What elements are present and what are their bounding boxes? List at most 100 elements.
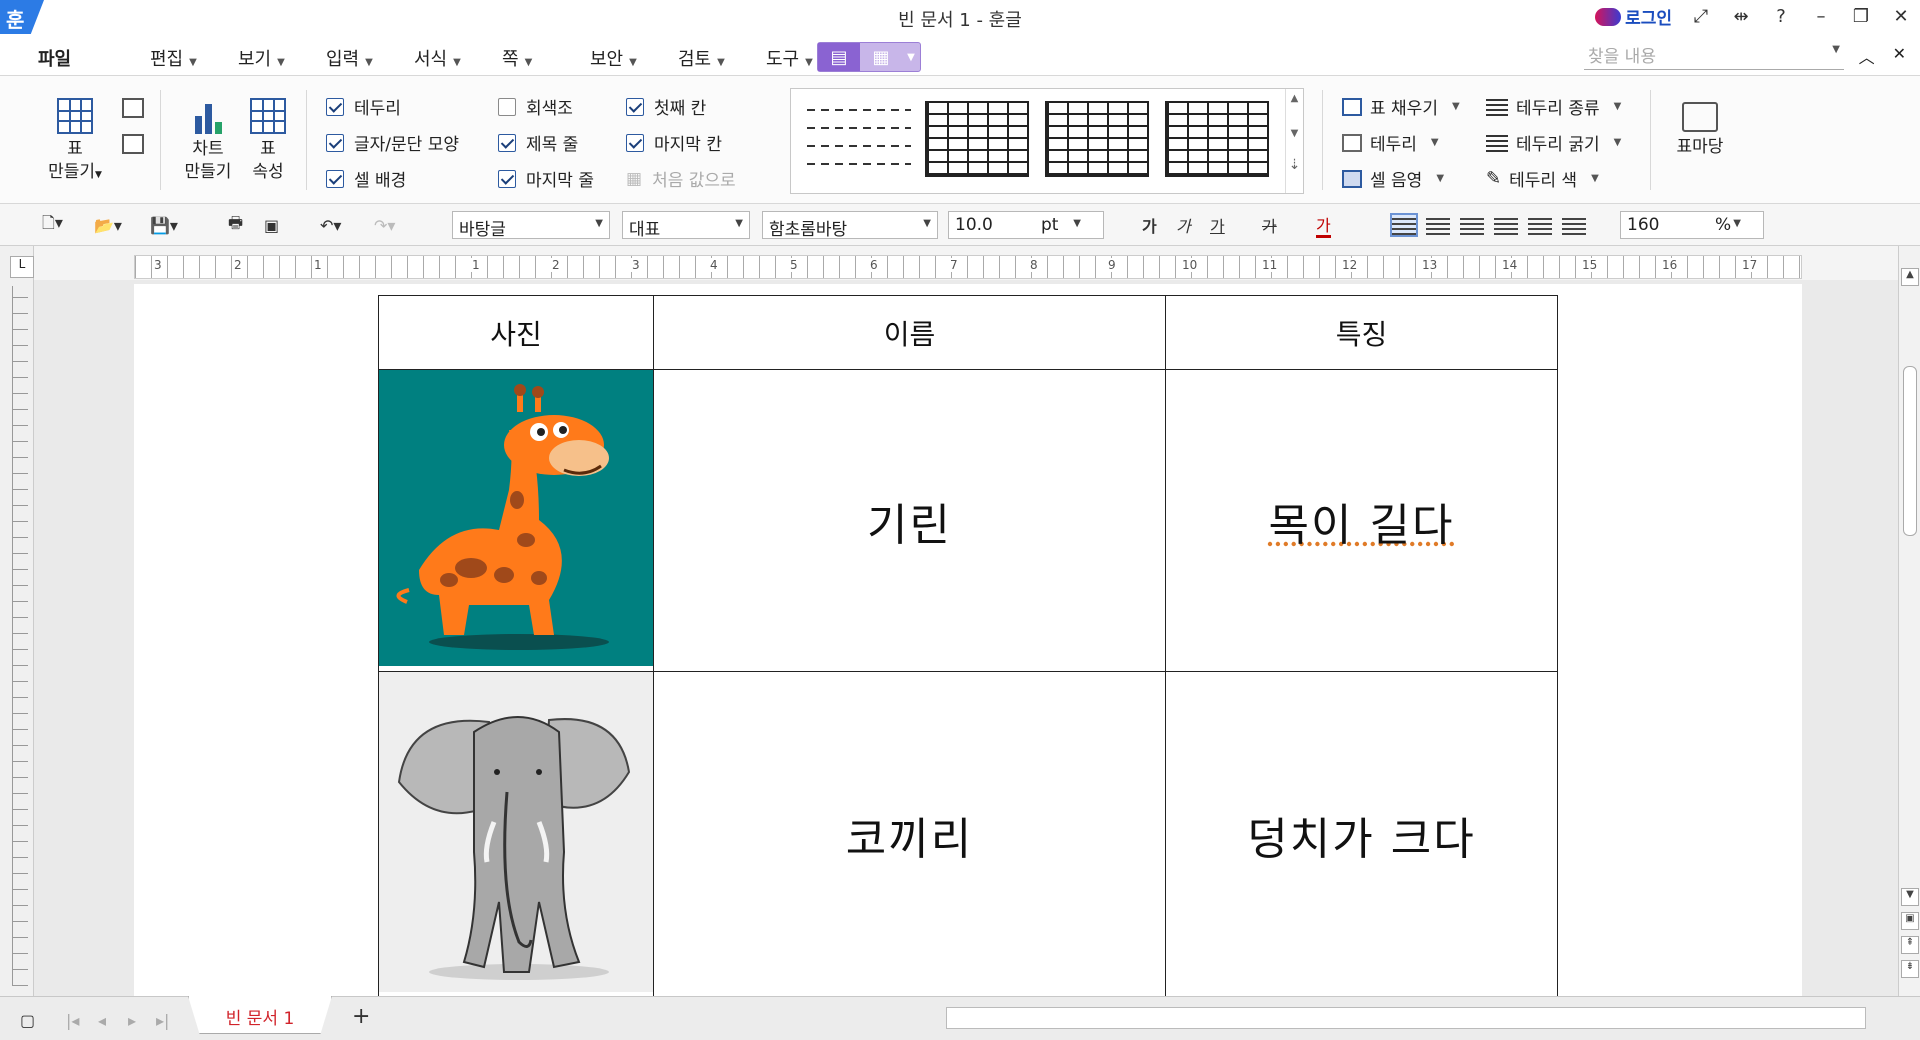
border-color-button[interactable]: ✎ 테두리 색 ▼ [1486,166,1599,191]
login-button[interactable]: 로그인 [1595,4,1672,29]
checkbox-checked[interactable] [326,97,344,116]
table-properties-button[interactable]: 표 속성 [246,98,290,184]
elephant-image[interactable] [379,672,653,992]
table-context-tab[interactable]: ▤ ▦ ▼ [817,42,921,72]
fullscreen-icon[interactable]: ⤢ [1690,6,1712,27]
checkbox-cell-bg[interactable]: 셀 배경 [326,166,406,191]
checkbox-char-para[interactable]: 글자/문단 모양 [326,130,459,155]
border-button[interactable]: 테두리 ▼ [1342,130,1439,155]
style-select[interactable]: 바탕글 ▼ [452,211,610,240]
checkbox-title-row[interactable]: 제목 줄 [498,130,578,155]
width-toggle-icon[interactable]: ⇹ [1730,6,1752,27]
checkbox-checked[interactable] [326,169,344,188]
table-fill-button[interactable]: 표 채우기 ▼ [1342,94,1460,119]
checkbox-checked[interactable] [498,169,516,188]
chevron-down-icon[interactable]: ▼ [1286,128,1303,139]
horizontal-scrollbar[interactable] [946,1007,1866,1029]
header-feature[interactable]: 특징 [1165,295,1558,370]
expand-gallery-icon[interactable]: ⇣ [1286,157,1303,173]
scroll-down-icon[interactable]: ▼ [1901,888,1919,906]
header-name[interactable]: 이름 [653,295,1166,370]
feature-cell[interactable]: 목이 길다 [1165,369,1558,672]
zoom-input[interactable]: 160% ▼ [1620,211,1764,239]
align-distribute-button[interactable] [1528,212,1552,238]
eraser-icon[interactable] [122,134,144,154]
tab-stop-selector[interactable]: L [10,256,34,278]
menu-format[interactable]: 서식 ▼ [414,45,502,71]
name-cell[interactable]: 코끼리 [653,671,1166,998]
chevron-up-icon[interactable]: ▲ [1286,93,1303,104]
align-split-button[interactable] [1562,212,1586,238]
script-select[interactable]: 대표 ▼ [622,211,750,240]
vertical-scrollbar[interactable]: ▲ ▼ ▣ ⇞ ⇟ [1898,246,1920,996]
align-center-button[interactable] [1460,212,1484,238]
open-folder-icon[interactable]: 📂▾ [94,212,122,238]
menu-edit[interactable]: 편집 ▼ [150,45,238,71]
checkbox-checked[interactable] [498,133,516,152]
align-right-button[interactable] [1494,212,1518,238]
save-icon[interactable]: 💾▾ [150,212,178,238]
ribbon-collapse-icon[interactable]: ︿ [1859,44,1875,68]
page-select-icon[interactable]: ▣ [1901,912,1919,930]
prev-tab-icon[interactable]: ◂ [98,1007,106,1033]
checkbox-last-row[interactable]: 마지막 줄 [498,166,594,191]
table-style-grid-2[interactable] [1045,101,1149,177]
close-button[interactable]: ✕ [1890,6,1912,27]
align-justify-button[interactable] [1390,212,1418,238]
table-style-grid-1[interactable] [925,101,1029,177]
bold-button[interactable]: 가 [1142,212,1157,238]
align-left-button[interactable] [1426,212,1450,238]
checkbox-checked[interactable] [626,97,644,116]
menu-page[interactable]: 쪽 ▼ [502,45,590,71]
chart-make-button[interactable]: 차트 만들기 [178,98,238,184]
print-icon[interactable]: 🖶 [228,212,243,238]
redo-icon[interactable]: ↷▾ [374,212,395,238]
checkbox-unchecked[interactable] [498,97,516,116]
border-weight-button[interactable]: 테두리 굵기 ▼ [1486,130,1621,155]
header-photo[interactable]: 사진 [378,295,654,370]
table-style-grid-3[interactable] [1165,101,1269,177]
search-input[interactable]: 찾을 내용 ▼ [1584,42,1844,70]
menu-file[interactable]: 파일 [38,45,71,71]
next-tab-icon[interactable]: ▸ [128,1007,136,1033]
scroll-up-icon[interactable]: ▲ [1901,268,1919,286]
menu-insert[interactable]: 입력 ▼ [326,45,414,71]
checkbox-checked[interactable] [326,133,344,152]
close-icon[interactable]: ✕ [1893,44,1906,68]
table-style-none[interactable] [807,101,911,177]
table-make-button[interactable]: 표 만들기▼ [48,98,102,187]
photo-cell[interactable] [378,671,654,998]
feature-cell[interactable]: 덩치가 크다 [1165,671,1558,998]
gallery-scroll[interactable]: ▲ ▼ ⇣ [1285,89,1303,193]
strikethrough-button[interactable]: 가 [1262,212,1277,238]
reset-defaults-button[interactable]: ▦ 처음 값으로 [626,166,736,192]
name-cell[interactable]: 기린 [653,369,1166,672]
chevron-down-icon[interactable]: ▼ [902,43,920,71]
table-layout-icon[interactable]: ▦ [860,43,902,71]
scroll-thumb[interactable] [1903,366,1917,536]
next-page-icon[interactable]: ⇟ [1901,960,1919,978]
table-madang-button[interactable]: 표마당 [1668,102,1732,159]
new-document-icon[interactable]: 🗋▾ [42,212,63,238]
checkbox-last-col[interactable]: 마지막 칸 [626,130,722,155]
underline-button[interactable]: 가 [1210,212,1225,238]
chevron-down-icon[interactable]: ▼ [1832,44,1840,55]
minimize-button[interactable]: – [1810,6,1832,27]
menu-view[interactable]: 보기 ▼ [238,45,326,71]
border-type-button[interactable]: 테두리 종류 ▼ [1486,94,1621,119]
tab-document-1[interactable]: 빈 문서 1 [188,996,332,1034]
animal-table[interactable]: 사진 이름 특징 기린 목이 길다 코끼리 덩치가 크다 [378,295,1558,998]
prev-page-icon[interactable]: ⇞ [1901,936,1919,954]
checkbox-grayscale[interactable]: 회색조 [498,94,573,119]
help-button[interactable]: ? [1770,6,1792,27]
font-size-input[interactable]: 10.0 pt ▼ [948,211,1104,239]
checkbox-border[interactable]: 테두리 [326,94,401,119]
giraffe-image[interactable] [379,370,653,666]
cell-shade-button[interactable]: 셀 음영 ▼ [1342,166,1444,191]
view-mode-icon[interactable]: ▢ [20,1007,35,1033]
menu-review[interactable]: 검토 ▼ [678,45,766,71]
table-design-icon[interactable]: ▤ [818,43,860,71]
italic-button[interactable]: 가 [1176,212,1191,238]
checkbox-checked[interactable] [626,133,644,152]
checkbox-first-col[interactable]: 첫째 칸 [626,94,706,119]
